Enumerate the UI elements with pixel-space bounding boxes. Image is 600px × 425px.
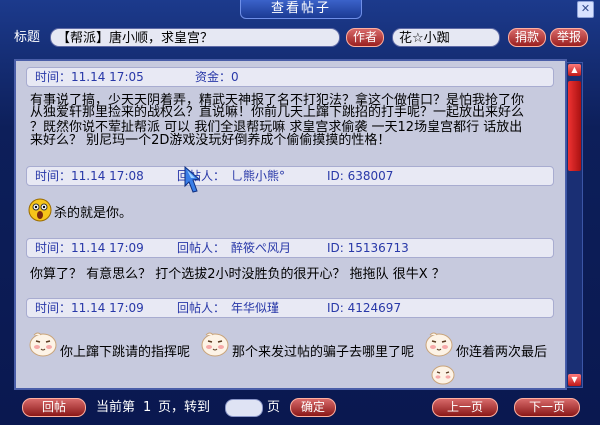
reply-id: ID: 4124697 [327,301,402,315]
post-scrollbar[interactable]: ▲ ▼ [566,62,583,388]
close-icon[interactable]: ✕ [577,1,594,18]
scroll-down-icon[interactable]: ▼ [568,374,581,386]
reply-header: 时间：11.14 17:09 回帖人： 年华似瑾 ID: 4124697 [26,298,554,318]
reply-text: 你算了？ 有意思么？ 打个选拔2小时没胜负的很开心？ 拖拖队 很牛X ？ [30,267,445,282]
bunny-emoji-icon [431,365,455,385]
next-page-button[interactable]: 下一页 [514,398,580,417]
author-name-field: 花☆小踟 [392,28,500,47]
post-viewer-window: 查看帖子 ✕ 标题 【帮派】唐小顺，求皇宫？ 作者 花☆小踟 捐款 举报 时间：… [0,0,600,425]
post-time: 时间：11.14 17:05 [35,70,144,84]
reply-time: 时间：11.14 17:08 [35,169,144,183]
window-title: 查看帖子 [240,0,362,19]
current-page-prefix: 当前第 [96,400,136,415]
bunny-emoji-icon [201,332,229,357]
scared-face-icon [28,198,52,222]
reply-id: ID: 15136713 [327,241,409,255]
confirm-button[interactable]: 确定 [290,398,336,417]
reply-text: 杀的就是你。 [54,206,133,221]
reply-author[interactable]: 醉筱ぺ风月 [231,239,291,257]
scroll-thumb[interactable] [568,81,581,171]
goto-page-label: 页，转到 [158,400,211,415]
post-content-area: 时间：11.14 17:05 资金：0 有事说了搞，少天天阴着弄，精武天神报了名… [14,59,567,390]
author-button[interactable]: 作者 [346,28,384,47]
post-line-4: 来好么？ 别尼玛一个2D游戏没玩好倒养成个偷偷摸摸的性格！ [30,133,391,148]
reply-by-label: 回帖人： [177,301,226,315]
reply-text-part: 你连着两次最后 [456,345,548,360]
reply-text-part: 那个来发过帖的骗子去哪里了呢 [232,345,415,360]
page-unit-label: 页 [267,400,281,415]
reply-author[interactable]: 乚熊小熊° [231,167,285,185]
post-title-field[interactable]: 【帮派】唐小顺，求皇宫？ [50,28,340,47]
cursor-icon [184,165,201,193]
reply-author[interactable]: 年华似瑾 [231,299,279,317]
reply-by-label: 回帖人： [177,241,226,255]
bunny-emoji-icon [425,332,453,357]
reply-header: 时间：11.14 17:08 回帖人： 乚熊小熊° ID: 638007 [26,166,554,186]
report-button[interactable]: 举报 [550,28,588,47]
bunny-emoji-icon [29,332,57,357]
reply-button[interactable]: 回帖 [22,398,86,417]
scroll-up-icon[interactable]: ▲ [568,64,581,76]
title-bar: 查看帖子 ✕ [0,0,600,20]
current-page-number: 1 [143,400,152,415]
post-line-2: 从独爱轩那里捡来的战权么？直说嘛！你前几天上蹿下跳招的打手呢？一起放出来好么 [30,105,525,120]
title-label: 标题 [14,30,41,45]
goto-page-input[interactable] [225,399,263,417]
donate-button[interactable]: 捐款 [508,28,546,47]
reply-time: 时间：11.14 17:09 [35,301,144,315]
reply-header: 时间：11.14 17:09 回帖人： 醉筱ぺ风月 ID: 15136713 [26,238,554,258]
reply-id: ID: 638007 [327,169,394,183]
post-funds: 资金：0 [195,70,239,84]
prev-page-button[interactable]: 上一页 [432,398,498,417]
reply-text-part: 你上蹿下跳请的指挥呢 [60,345,191,360]
reply-time: 时间：11.14 17:09 [35,241,144,255]
post-header: 时间：11.14 17:05 资金：0 [26,67,554,87]
